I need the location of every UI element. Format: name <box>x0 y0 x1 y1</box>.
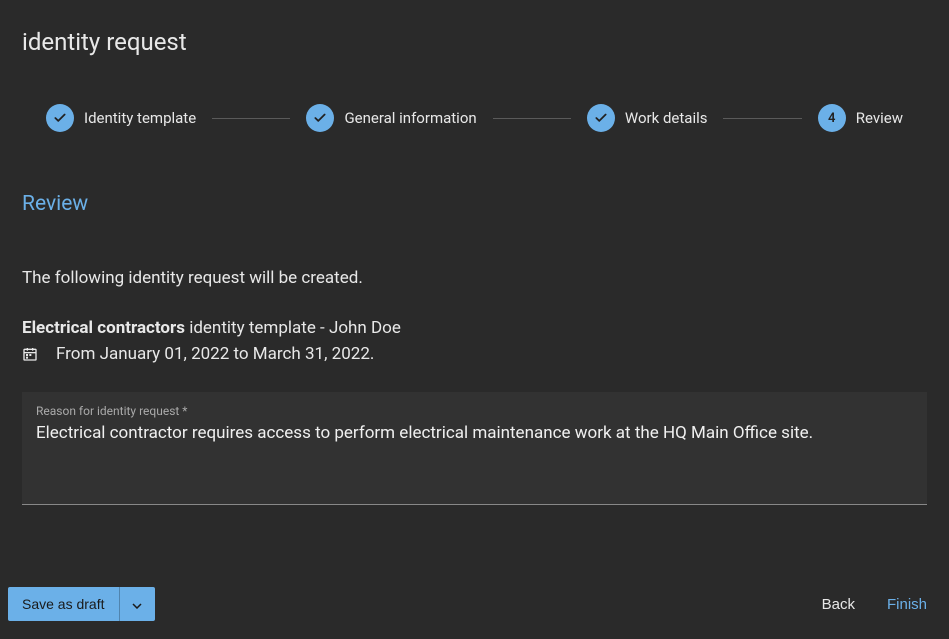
review-template-line: Electrical contractors identity template… <box>22 318 927 338</box>
step-label: Review <box>856 109 903 127</box>
save-as-draft-dropdown-button[interactable] <box>119 587 155 621</box>
calendar-icon <box>22 346 38 362</box>
step-label: General information <box>344 109 476 127</box>
date-range-text: From January 01, 2022 to March 31, 2022. <box>56 344 374 364</box>
page-title: identity request <box>22 28 927 56</box>
check-icon <box>306 104 334 132</box>
step-identity-template[interactable]: Identity template <box>46 104 196 132</box>
page-container: identity request Identity template Gener… <box>0 0 949 639</box>
reason-label: Reason for identity request * <box>36 404 913 418</box>
step-connector <box>493 118 571 119</box>
step-label: Work details <box>625 109 708 127</box>
check-icon <box>46 104 74 132</box>
review-heading: Review <box>22 192 927 216</box>
right-actions: Back Finish <box>822 596 927 613</box>
step-review[interactable]: 4 Review <box>818 104 903 132</box>
footer: Save as draft Back Finish <box>0 581 949 639</box>
step-connector <box>723 118 801 119</box>
template-name: Electrical contractors <box>22 318 185 338</box>
review-section: Review The following identity request wi… <box>22 192 927 505</box>
back-button[interactable]: Back <box>822 596 855 613</box>
check-icon <box>587 104 615 132</box>
step-general-information[interactable]: General information <box>306 104 476 132</box>
review-intro: The following identity request will be c… <box>22 268 927 288</box>
step-label: Identity template <box>84 109 196 127</box>
reason-field[interactable]: Reason for identity request * Electrical… <box>22 392 927 505</box>
review-date-line: From January 01, 2022 to March 31, 2022. <box>22 344 927 364</box>
caret-down-icon <box>132 597 142 612</box>
step-number-icon: 4 <box>818 104 846 132</box>
save-as-draft-button[interactable]: Save as draft <box>8 587 119 621</box>
left-actions: Save as draft <box>8 587 155 621</box>
person-name: John Doe <box>329 318 401 338</box>
stepper: Identity template General information Wo… <box>46 104 903 132</box>
finish-button[interactable]: Finish <box>887 596 927 613</box>
reason-text: Electrical contractor requires access to… <box>36 422 913 446</box>
step-work-details[interactable]: Work details <box>587 104 708 132</box>
template-suffix: identity template - <box>185 318 329 338</box>
step-connector <box>212 118 290 119</box>
